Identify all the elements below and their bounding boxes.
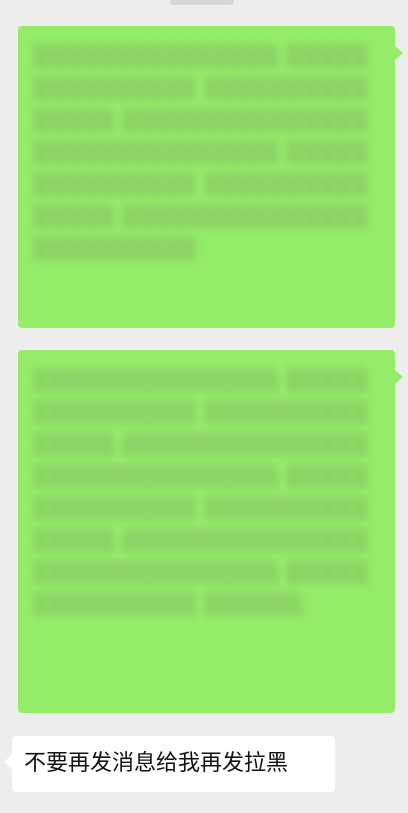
blurred-message-text: ░░░░░░░░░░░░░░░ ░░░░░░░░░░░░░░░ ░░░░░░░░… <box>34 368 369 616</box>
chat-view: ░░░░░░░░░░░░░░░ ░░░░░░░░░░░░░░░ ░░░░░░░░… <box>0 0 408 813</box>
pull-tab <box>170 0 234 5</box>
sent-message-bubble[interactable]: ░░░░░░░░░░░░░░░ ░░░░░░░░░░░░░░░ ░░░░░░░░… <box>18 350 403 713</box>
blurred-message-text: ░░░░░░░░░░░░░░░ ░░░░░░░░░░░░░░░ ░░░░░░░░… <box>34 44 369 260</box>
received-message-text: 不要再发消息给我再发拉黑 <box>24 751 289 776</box>
sent-message-bubble[interactable]: ░░░░░░░░░░░░░░░ ░░░░░░░░░░░░░░░ ░░░░░░░░… <box>18 26 403 328</box>
received-message-bubble[interactable]: 不要再发消息给我再发拉黑 <box>4 736 335 792</box>
